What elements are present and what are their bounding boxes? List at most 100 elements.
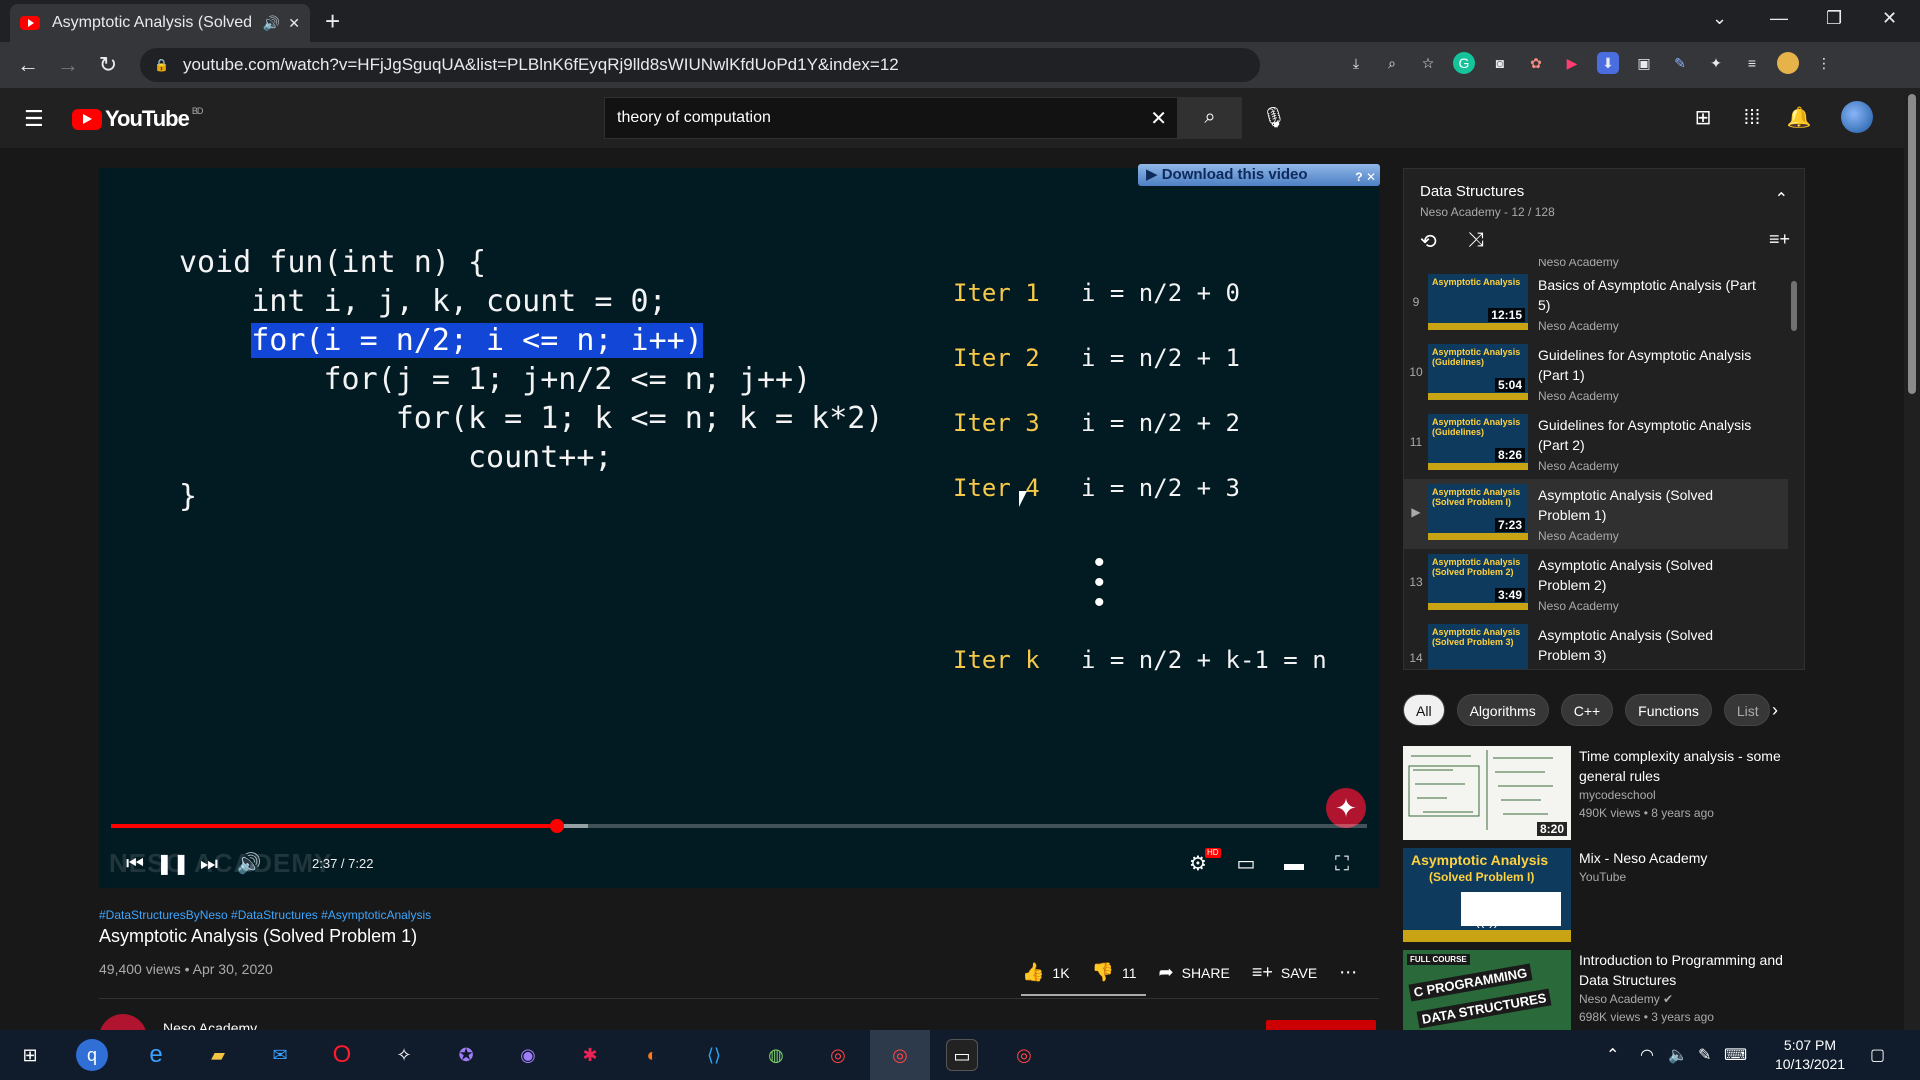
save-button[interactable]: ≡+ SAVE — [1252, 962, 1317, 983]
windows-start-icon[interactable]: ⊞ — [14, 1039, 46, 1071]
chevron-right-icon[interactable]: › — [1772, 700, 1778, 721]
extension-icon[interactable]: ✿ — [1525, 52, 1547, 74]
volume-icon[interactable]: 🔊 — [233, 848, 265, 880]
recommended-mix[interactable]: Asymptotic Analysis (Solved Problem I) (… — [1403, 848, 1805, 942]
page-scrollbar[interactable] — [1904, 88, 1920, 1030]
bookmark-star-icon[interactable]: ☆ — [1417, 52, 1439, 74]
url-field[interactable]: 🔒 youtube.com/watch?v=HFjJgSguqUA&list=P… — [140, 48, 1260, 82]
channel-avatar[interactable] — [99, 1014, 147, 1030]
grammarly-icon[interactable]: G — [1453, 52, 1475, 74]
chip-list[interactable]: List — [1723, 694, 1770, 726]
previous-icon[interactable]: ⏮ — [119, 848, 151, 880]
scrollbar-thumb[interactable] — [1908, 94, 1916, 394]
youtube-logo[interactable]: YouTube BD — [72, 106, 203, 132]
messenger-icon[interactable]: ✪ — [450, 1039, 482, 1071]
notification-center-icon[interactable]: ▢ — [1870, 1045, 1885, 1065]
chip-algorithms[interactable]: Algorithms — [1456, 694, 1549, 726]
create-video-icon[interactable]: ⊞ — [1689, 104, 1717, 132]
download-video-button[interactable]: ▶ Download this video ? ✕ — [1138, 164, 1380, 186]
firefox-icon[interactable]: ◐ — [636, 1039, 668, 1071]
globe-app-icon[interactable]: ◍ — [760, 1039, 792, 1071]
volume-tray-icon[interactable]: 🔈 — [1668, 1045, 1688, 1065]
keyboard-icon[interactable]: ⌨ — [1724, 1045, 1747, 1065]
clear-search-icon[interactable]: ✕ — [1150, 106, 1167, 131]
vscode-icon[interactable]: ⟨⟩ — [698, 1039, 730, 1071]
collapse-chevron-icon[interactable]: ⌃ — [1775, 189, 1788, 209]
tab-search-icon[interactable]: ⌄ — [1712, 8, 1727, 29]
profile-avatar-icon[interactable] — [1777, 52, 1799, 74]
new-tab-button[interactable]: + — [325, 8, 340, 34]
playlist-item[interactable]: 13 Asymptotic Analysis (Solved Problem 2… — [1404, 549, 1788, 619]
maximize-button[interactable]: ❐ — [1826, 8, 1842, 29]
reload-icon[interactable]: ↻ — [88, 52, 128, 78]
back-arrow-icon[interactable]: ← — [8, 52, 48, 78]
playlist-item[interactable]: 11 Asymptotic Analysis (Guidelines) 8:26 … — [1404, 409, 1788, 479]
zoom-icon[interactable]: ⌕ — [1381, 52, 1403, 74]
save-playlist-icon[interactable]: ≡+ — [1769, 229, 1790, 250]
forward-arrow-icon[interactable]: → — [48, 52, 88, 78]
dislike-button[interactable]: 👎 11 — [1092, 962, 1137, 983]
speaker-icon[interactable]: 🔊 — [263, 15, 280, 32]
chrome-active-icon[interactable]: ◎ — [884, 1039, 916, 1071]
pinwheel-icon[interactable]: ✱ — [574, 1039, 606, 1071]
channel-name[interactable]: Neso Academy — [163, 1020, 257, 1030]
taskbar-clock[interactable]: 5:07 PM 10/13/2021 — [1760, 1036, 1860, 1074]
voice-search-icon[interactable]: 🎙 — [1256, 100, 1292, 136]
loop-icon[interactable]: ⟲ — [1420, 229, 1437, 254]
hamburger-menu-icon[interactable]: ☰ — [24, 106, 46, 132]
like-button[interactable]: 👍 1K — [1022, 962, 1070, 983]
install-icon[interactable]: ⤓ — [1345, 52, 1367, 74]
recommended-video[interactable]: FULL COURSE C PROGRAMMING DATA STRUCTURE… — [1403, 950, 1805, 1030]
minimize-button[interactable]: — — [1770, 8, 1788, 29]
chip-cpp[interactable]: C++ — [1560, 694, 1614, 726]
playlist-item[interactable]: 9 Asymptotic Analysis 12:15 Basics of Asy… — [1404, 269, 1788, 339]
playlist-item[interactable]: 10 Asymptotic Analysis (Guidelines) 5:04 … — [1404, 339, 1788, 409]
miniplayer-icon[interactable]: ▭ — [1230, 848, 1262, 880]
close-window-button[interactable]: ✕ — [1882, 8, 1897, 29]
chrome-icon[interactable]: ◎ — [822, 1039, 854, 1071]
github-icon[interactable]: ◉ — [512, 1039, 544, 1071]
account-avatar[interactable] — [1841, 101, 1873, 133]
apps-grid-icon[interactable]: ⁞⁞⁞ — [1738, 104, 1766, 132]
help-close-icons[interactable]: ? ✕ — [1355, 166, 1376, 188]
app-icon[interactable]: ✧ — [388, 1039, 420, 1071]
play-extension-icon[interactable]: ▶ — [1561, 52, 1583, 74]
playlist-scrollbar[interactable] — [1791, 281, 1797, 331]
video-player[interactable]: void fun(int n) { int i, j, k, count = 0… — [99, 168, 1379, 888]
mail-icon[interactable]: ✉ — [264, 1039, 296, 1071]
wifi-icon[interactable]: ◠ — [1640, 1045, 1654, 1065]
screen-extension-icon[interactable]: ▣ — [1633, 52, 1655, 74]
browser-tab[interactable]: Asymptotic Analysis (Solved 🔊 ✕ — [10, 4, 310, 42]
next-icon[interactable]: ⏭ — [193, 848, 225, 880]
scrubber-handle[interactable] — [549, 819, 564, 833]
search-input[interactable]: theory of computation ✕ — [604, 97, 1178, 139]
media-control-icon[interactable]: ≡ — [1741, 52, 1763, 74]
pen-tray-icon[interactable]: ✎ — [1698, 1045, 1711, 1065]
theater-mode-icon[interactable]: ▬ — [1278, 848, 1310, 880]
puzzle-extensions-icon[interactable]: ✦ — [1705, 52, 1727, 74]
camera-icon[interactable]: ◙ — [1489, 52, 1511, 74]
pen-extension-icon[interactable]: ✎ — [1669, 52, 1691, 74]
close-tab-icon[interactable]: ✕ — [288, 15, 300, 32]
menu-dots-icon[interactable]: ⋮ — [1813, 52, 1835, 74]
opera-icon[interactable]: O — [326, 1039, 358, 1071]
subscribe-button[interactable] — [1266, 1020, 1376, 1030]
qbittorrent-icon[interactable]: q — [76, 1039, 108, 1071]
playlist-item-current[interactable]: ▶ Asymptotic Analysis (Solved Problem I)… — [1404, 479, 1788, 549]
fullscreen-icon[interactable]: ⛶ — [1326, 848, 1358, 880]
playlist-title[interactable]: Data Structures — [1420, 183, 1524, 200]
pause-icon[interactable]: ❚❚ — [156, 848, 190, 880]
chip-all[interactable]: All — [1403, 694, 1445, 726]
progress-bar[interactable] — [111, 819, 1367, 833]
chrome-profile-icon[interactable]: ◎ — [1008, 1039, 1040, 1071]
chip-functions[interactable]: Functions — [1625, 694, 1712, 726]
share-button[interactable]: ➦ SHARE — [1159, 962, 1230, 983]
playlist-item[interactable]: 14 Asymptotic Analysis (Solved Problem 3… — [1404, 619, 1788, 669]
hashtags[interactable]: #DataStructuresByNeso #DataStructures #A… — [99, 908, 431, 922]
more-actions-button[interactable]: ⋯ — [1339, 962, 1365, 983]
download-extension-icon[interactable]: ⬇ — [1597, 52, 1619, 74]
notifications-bell-icon[interactable]: 🔔 — [1785, 104, 1813, 132]
search-button[interactable]: ⌕ — [1178, 97, 1242, 139]
recommended-video[interactable]: 8:20 Time complexity analysis - some gen… — [1403, 746, 1805, 840]
terminal-icon[interactable]: ▭ — [946, 1039, 978, 1071]
